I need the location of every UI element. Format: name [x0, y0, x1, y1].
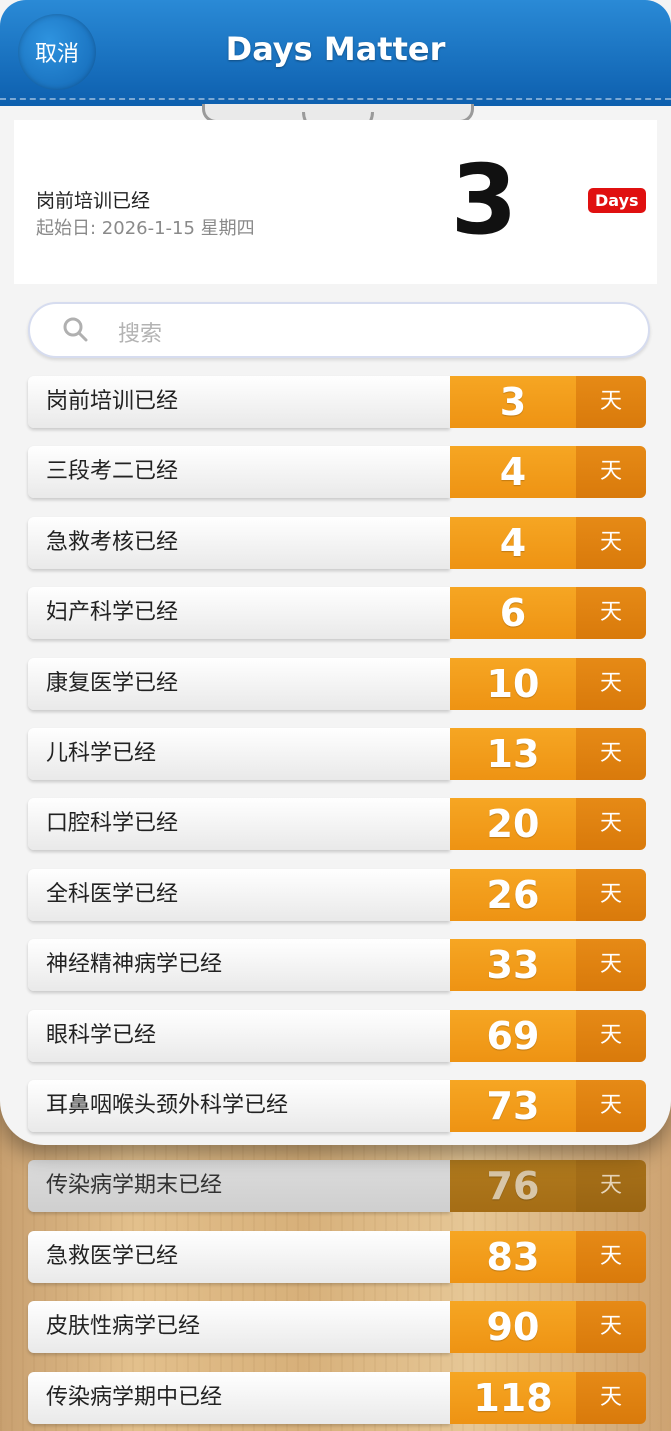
event-unit-label: 天: [576, 1080, 646, 1132]
event-days-count: 118: [450, 1372, 576, 1424]
event-unit-label: 天: [576, 376, 646, 428]
event-unit-label: 天: [576, 1231, 646, 1283]
event-unit-label: 天: [576, 939, 646, 991]
event-row[interactable]: 传染病学期末已经 76 天: [28, 1160, 646, 1212]
event-unit-label: 天: [576, 517, 646, 569]
event-days-count: 83: [450, 1231, 576, 1283]
event-days-count: 73: [450, 1080, 576, 1132]
event-name: 岗前培训已经: [28, 376, 450, 428]
page-title: Days Matter: [225, 30, 446, 68]
event-name: 耳鼻咽喉头颈外科学已经: [28, 1080, 450, 1132]
main-card: 取消 Days Matter 岗前培训已经 起始日: 2026-1-15 星期四…: [0, 0, 671, 1145]
event-row[interactable]: 急救考核已经 4 天: [28, 517, 646, 569]
event-unit-label: 天: [576, 1372, 646, 1424]
event-unit-label: 天: [576, 1160, 646, 1212]
event-name: 妇产科学已经: [28, 587, 450, 639]
event-name: 口腔科学已经: [28, 798, 450, 850]
event-unit-label: 天: [576, 1301, 646, 1353]
event-name: 康复医学已经: [28, 658, 450, 710]
event-days-count: 26: [450, 869, 576, 921]
event-unit-label: 天: [576, 1010, 646, 1062]
event-days-count: 6: [450, 587, 576, 639]
event-row[interactable]: 传染病学期中已经 118 天: [28, 1372, 646, 1424]
event-row[interactable]: 全科医学已经 26 天: [28, 869, 646, 921]
event-row[interactable]: 岗前培训已经 3 天: [28, 376, 646, 428]
event-unit-label: 天: [576, 728, 646, 780]
event-days-count: 4: [450, 446, 576, 498]
event-unit-label: 天: [576, 446, 646, 498]
event-row[interactable]: 三段考二已经 4 天: [28, 446, 646, 498]
days-badge: Days: [588, 188, 646, 213]
event-row[interactable]: 眼科学已经 69 天: [28, 1010, 646, 1062]
event-name: 神经精神病学已经: [28, 939, 450, 991]
event-name: 传染病学期中已经: [28, 1372, 450, 1424]
top-bar: 取消 Days Matter: [0, 0, 671, 106]
highlight-event-name: 岗前培训已经: [36, 190, 151, 212]
event-days-count: 20: [450, 798, 576, 850]
event-unit-label: 天: [576, 587, 646, 639]
event-days-count: 69: [450, 1010, 576, 1062]
event-days-count: 10: [450, 658, 576, 710]
event-days-count: 4: [450, 517, 576, 569]
event-name: 急救医学已经: [28, 1231, 450, 1283]
search-input[interactable]: 搜索: [28, 302, 650, 358]
event-days-count: 90: [450, 1301, 576, 1353]
event-unit-label: 天: [576, 869, 646, 921]
event-days-count: 33: [450, 939, 576, 991]
event-row[interactable]: 神经精神病学已经 33 天: [28, 939, 646, 991]
event-row[interactable]: 急救医学已经 83 天: [28, 1231, 646, 1283]
event-days-count: 3: [450, 376, 576, 428]
event-name: 急救考核已经: [28, 517, 450, 569]
highlight-days-count: 3: [450, 144, 518, 256]
event-row[interactable]: 皮肤性病学已经 90 天: [28, 1301, 646, 1353]
event-name: 全科医学已经: [28, 869, 450, 921]
event-name: 儿科学已经: [28, 728, 450, 780]
event-days-count: 76: [450, 1160, 576, 1212]
event-row[interactable]: 康复医学已经 10 天: [28, 658, 646, 710]
event-name: 传染病学期末已经: [28, 1160, 450, 1212]
highlight-event-panel[interactable]: 岗前培训已经 起始日: 2026-1-15 星期四 3 Days: [14, 120, 657, 284]
search-placeholder: 搜索: [118, 322, 163, 347]
event-row[interactable]: 儿科学已经 13 天: [28, 728, 646, 780]
event-row[interactable]: 口腔科学已经 20 天: [28, 798, 646, 850]
event-row[interactable]: 妇产科学已经 6 天: [28, 587, 646, 639]
event-unit-label: 天: [576, 658, 646, 710]
highlight-start-date: 起始日: 2026-1-15 星期四: [36, 218, 255, 239]
event-name: 眼科学已经: [28, 1010, 450, 1062]
event-name: 皮肤性病学已经: [28, 1301, 450, 1353]
event-name: 三段考二已经: [28, 446, 450, 498]
event-days-count: 13: [450, 728, 576, 780]
event-unit-label: 天: [576, 798, 646, 850]
event-row[interactable]: 耳鼻咽喉头颈外科学已经 73 天: [28, 1080, 646, 1132]
search-icon: [63, 317, 88, 342]
